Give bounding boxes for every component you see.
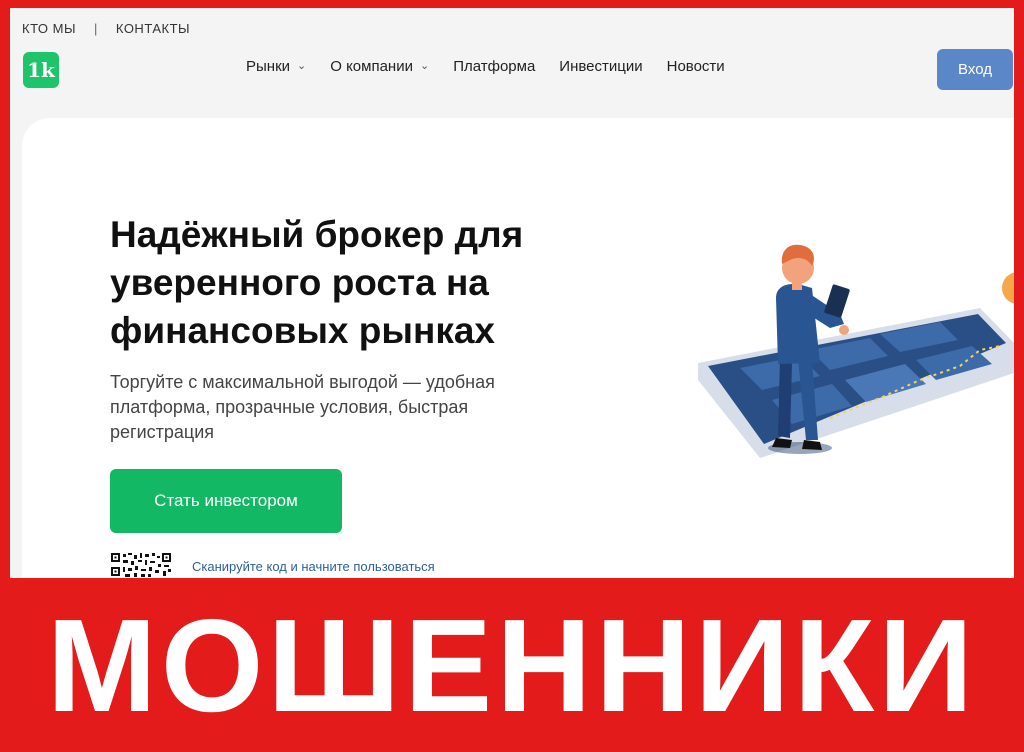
investor-illustration <box>698 244 1014 458</box>
nav-item-investments[interactable]: Инвестиции <box>559 58 642 75</box>
nav-item-label: О компании <box>330 58 413 75</box>
brand-logo[interactable]: 1k <box>23 52 59 88</box>
nav-item-label: Рынки <box>246 58 291 75</box>
qr-code-icon <box>110 552 172 578</box>
top-links-separator: | <box>94 21 98 36</box>
nav-item-markets[interactable]: Рынки ⌄ <box>246 58 306 75</box>
hero-headline: Надёжный брокер для уверенного роста на … <box>110 214 524 351</box>
login-button[interactable]: Вход <box>937 49 1013 90</box>
website-screenshot: КТО МЫ | КОНТАКТЫ 1k Рынки ⌄ О компании … <box>10 8 1014 578</box>
about-link[interactable]: КТО МЫ <box>22 21 76 36</box>
nav-item-label: Платформа <box>453 58 536 75</box>
top-links: КТО МЫ | КОНТАКТЫ <box>22 21 190 36</box>
nav-item-news[interactable]: Новости <box>667 58 725 75</box>
nav-item-label: Инвестиции <box>559 58 643 75</box>
hero-subtitle: Торгуйте с максимальной выгодой — удобна… <box>110 372 495 442</box>
nav-item-company[interactable]: О компании ⌄ <box>330 58 429 75</box>
scam-warning-banner: МОШЕННИКИ <box>46 591 978 739</box>
chevron-down-icon: ⌄ <box>419 60 430 72</box>
brand-logo-text: 1k <box>27 58 55 82</box>
qr-caption: Сканируйте код и начните пользоваться <box>192 559 435 574</box>
main-nav: Рынки ⌄ О компании ⌄ Платформа Инвестици… <box>246 58 749 75</box>
contacts-link[interactable]: КОНТАКТЫ <box>116 21 190 36</box>
chevron-down-icon: ⌄ <box>297 60 307 72</box>
become-investor-button[interactable]: Стать инвестором <box>110 469 342 533</box>
nav-item-platform[interactable]: Платформа <box>453 58 535 75</box>
nav-item-label: Новости <box>666 58 725 75</box>
